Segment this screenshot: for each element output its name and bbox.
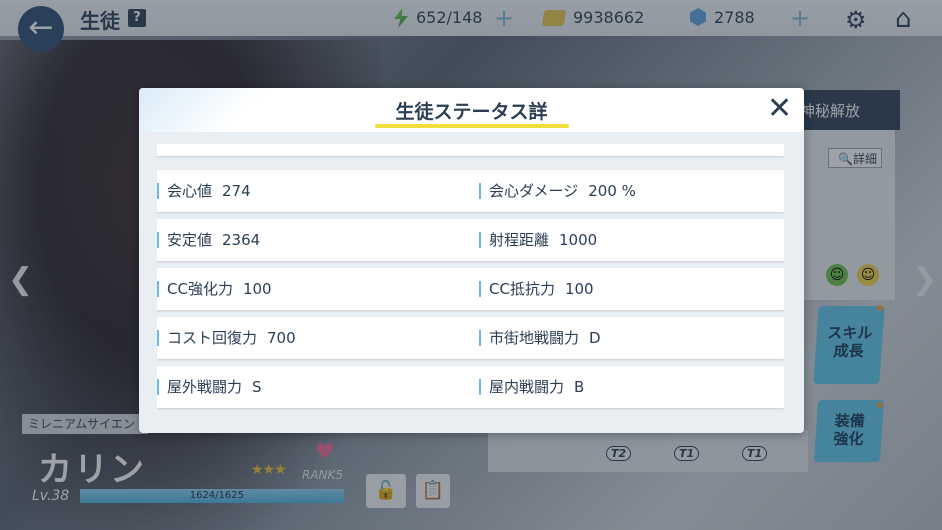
stat-item: 会心ダメージ 200 %	[479, 170, 636, 212]
stat-row: 屋外戦闘力 S 屋内戦闘力 B	[157, 366, 784, 408]
stat-label: 会心値	[167, 182, 213, 200]
status-detail-modal: 生徒ステータス詳 ✕ 会心値 274 会心ダメージ 200 % 安定値 2364 射程…	[139, 88, 804, 433]
stat-label: 屋内戦闘力	[489, 378, 565, 396]
stat-value: 274	[222, 182, 251, 200]
stat-value: 700	[267, 329, 296, 347]
stat-label: コスト回復力	[167, 329, 258, 347]
modal-header: 生徒ステータス詳 ✕	[139, 88, 804, 132]
stat-value: 100	[242, 280, 272, 298]
stat-item: 屋外戦闘力 S	[157, 366, 262, 408]
stat-item: CC強化力 100	[157, 268, 272, 310]
stat-value: D	[589, 329, 601, 347]
close-icon[interactable]: ✕	[767, 92, 792, 126]
stat-row: 安定値 2364 射程距離 1000	[157, 219, 784, 261]
stat-row: 会心値 274 会心ダメージ 200 %	[157, 170, 784, 212]
stat-value: 2364	[222, 231, 261, 249]
stat-item: CC抵抗力 100	[479, 268, 594, 310]
stat-label: 射程距離	[489, 231, 550, 249]
stat-item: 屋内戦闘力 B	[479, 366, 584, 408]
stat-row: コスト回復力 700 市街地戦闘力 D	[157, 317, 784, 359]
modal-title: 生徒ステータス詳	[395, 101, 548, 123]
stat-row-partial	[157, 144, 784, 156]
stat-label: CC抵抗力	[489, 280, 555, 298]
stat-label: 市街地戦闘力	[489, 329, 580, 347]
stat-item: コスト回復力 700	[157, 317, 296, 359]
stat-label: CC強化力	[167, 280, 233, 298]
stat-value: B	[574, 378, 585, 396]
stat-label: 安定値	[167, 231, 213, 249]
title-underline	[375, 124, 569, 128]
stat-item: 会心値 274	[157, 170, 251, 212]
stat-item: 射程距離 1000	[479, 219, 597, 261]
stat-item: 安定値 2364	[157, 219, 260, 261]
stat-item: 市街地戦闘力 D	[479, 317, 601, 359]
stat-list[interactable]: 会心値 274 会心ダメージ 200 % 安定値 2364 射程距離 1000 CC強化…	[157, 144, 784, 433]
stat-value: S	[252, 378, 262, 396]
stat-label: 会心ダメージ	[489, 182, 579, 200]
stat-value: 1000	[559, 231, 598, 249]
stat-row: CC強化力 100 CC抵抗力 100	[157, 268, 784, 310]
stat-label: 屋外戦闘力	[167, 378, 243, 396]
stat-value: 200 %	[588, 182, 636, 200]
stat-value: 100	[564, 280, 594, 298]
